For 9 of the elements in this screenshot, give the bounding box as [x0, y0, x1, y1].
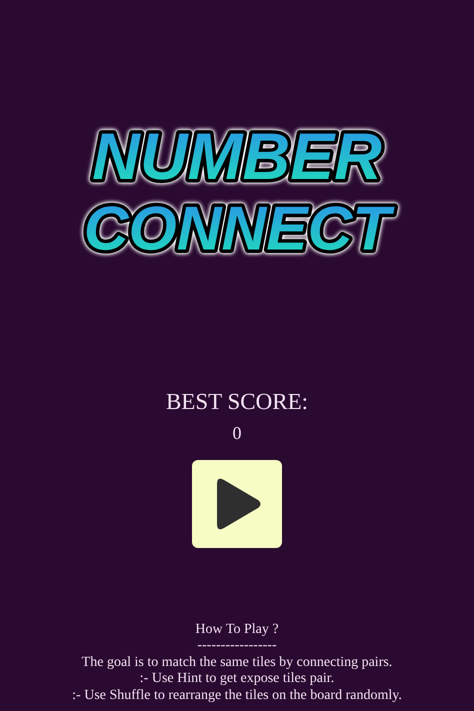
game-title: NUMBER: [92, 118, 382, 193]
how-to-play-heading: How To Play ?: [195, 622, 279, 638]
instruction-text: :- Use Shuffle to rearrange the tiles on the board randomly.: [72, 688, 402, 704]
instruction-text: The goal is to match the same tiles by connecting pairs.: [82, 654, 392, 671]
dashed-divider: -----------------: [197, 638, 277, 654]
best-score-label: BEST SCORE:: [166, 388, 308, 416]
play-button[interactable]: [192, 460, 282, 548]
instruction-text: :- Use Hint to get expose tiles pair.: [140, 671, 334, 688]
best-score-value: 0: [232, 422, 242, 444]
